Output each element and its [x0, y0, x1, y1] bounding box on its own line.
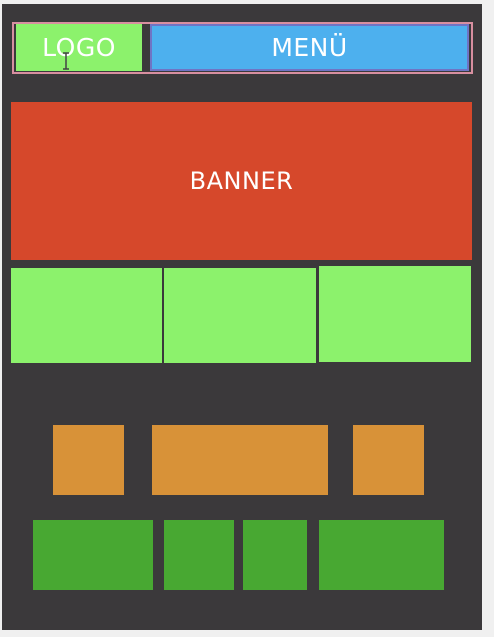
footer-block-4[interactable]: [319, 520, 444, 590]
menu-block[interactable]: MENÜ: [150, 24, 469, 71]
content-block-3[interactable]: [319, 266, 471, 362]
menu-label: MENÜ: [271, 33, 348, 62]
footer-block-1[interactable]: [33, 520, 153, 590]
banner-label: BANNER: [189, 167, 294, 195]
footer-block-3[interactable]: [243, 520, 307, 590]
orange-block-3[interactable]: [353, 425, 424, 495]
banner-block[interactable]: BANNER: [11, 102, 472, 260]
logo-label: LOGO: [42, 33, 116, 62]
orange-block-2[interactable]: [152, 425, 328, 495]
footer-block-2[interactable]: [164, 520, 234, 590]
orange-block-1[interactable]: [53, 425, 124, 495]
logo-block[interactable]: LOGO: [16, 24, 142, 71]
content-block-2[interactable]: [164, 268, 316, 363]
content-block-1[interactable]: [11, 268, 162, 363]
